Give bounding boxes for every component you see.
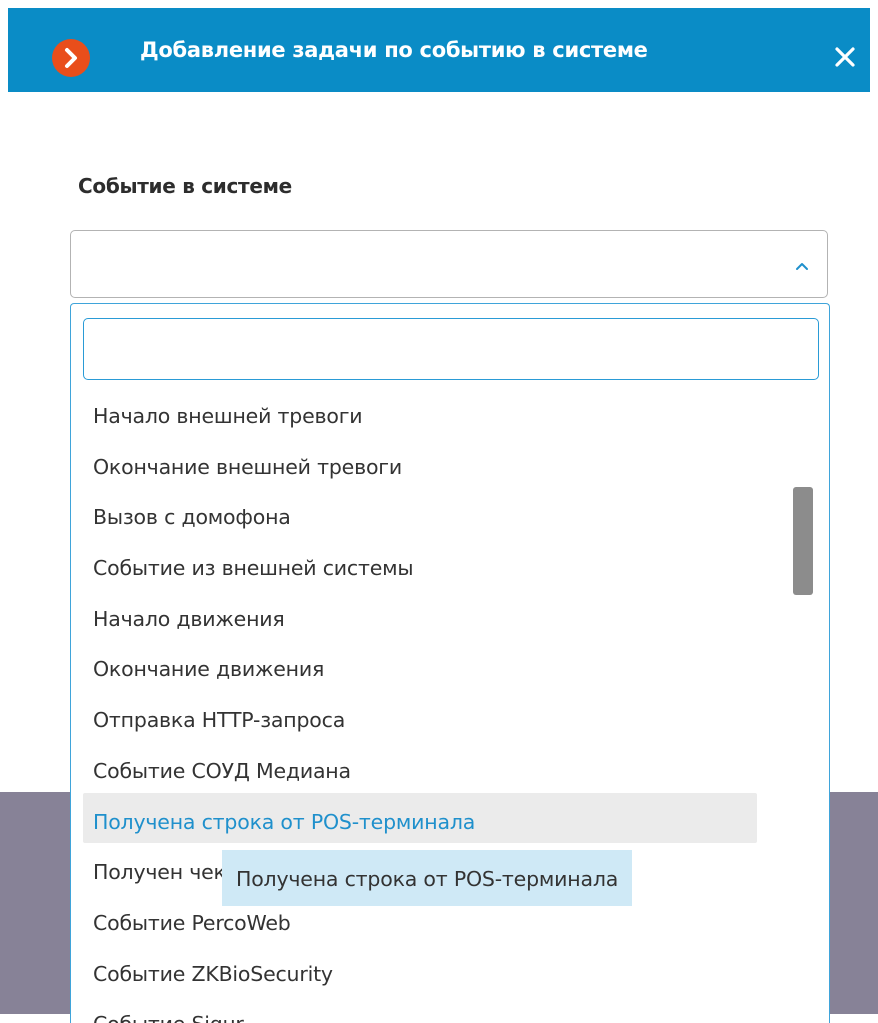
event-option[interactable]: Событие Sigur: [71, 999, 811, 1023]
option-tooltip: Получена строка от POS-терминала: [222, 850, 633, 906]
dropdown-scrollbar[interactable]: [793, 487, 813, 595]
event-option[interactable]: Начало внешней тревоги: [71, 391, 811, 442]
event-option[interactable]: Событие ZKBioSecurity: [71, 949, 811, 1000]
event-option-hovered[interactable]: Получена строка от POS-терминала: [71, 797, 811, 848]
chevron-up-icon: [796, 263, 808, 270]
event-option[interactable]: Вызов с домофона: [71, 492, 811, 543]
event-option[interactable]: Начало движения: [71, 594, 811, 645]
dialog-title: Добавление задачи по событию в системе: [140, 38, 648, 62]
event-option[interactable]: Событие из внешней системы: [71, 543, 811, 594]
event-dropdown: Начало внешней тревоги Окончание внешней…: [70, 303, 830, 1023]
event-field-label: Событие в системе: [78, 174, 292, 198]
event-select[interactable]: [70, 230, 828, 298]
close-icon[interactable]: [834, 46, 856, 68]
event-option[interactable]: Окончание внешней тревоги: [71, 442, 811, 493]
event-option[interactable]: Отправка HTTP-запроса: [71, 695, 811, 746]
event-option[interactable]: Событие СОУД Медиана: [71, 746, 811, 797]
chevron-right-logo-icon: [52, 39, 90, 77]
dropdown-search-input[interactable]: [83, 318, 819, 380]
dialog-header: Добавление задачи по событию в системе: [8, 8, 870, 92]
event-option[interactable]: Окончание движения: [71, 644, 811, 695]
event-options-list: Начало внешней тревоги Окончание внешней…: [71, 391, 811, 1023]
